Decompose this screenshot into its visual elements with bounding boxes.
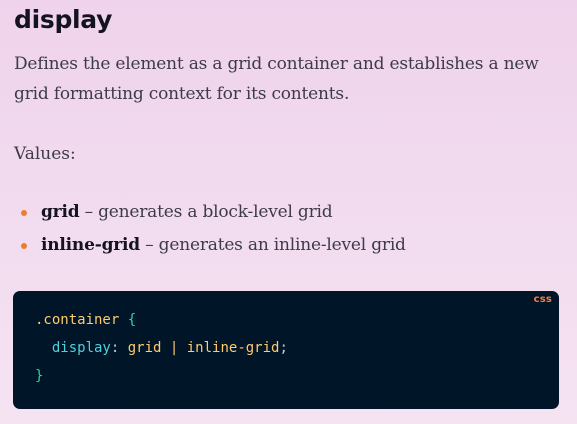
value-description: – generates an inline-level grid bbox=[139, 235, 406, 255]
code-property: display bbox=[51, 340, 111, 356]
code-close-brace: } bbox=[35, 368, 44, 384]
bullet-icon bbox=[21, 210, 27, 216]
section-heading: display bbox=[14, 5, 113, 34]
value-item-grid: grid – generates a block-level grid bbox=[14, 196, 406, 229]
code-value: grid | inline-grid bbox=[127, 340, 280, 356]
values-list: grid – generates a block-level grid inli… bbox=[14, 196, 406, 262]
code-language-label: css bbox=[533, 294, 552, 305]
value-name: inline-grid bbox=[41, 235, 140, 255]
code-content[interactable]: .container { display: grid | inline-grid… bbox=[35, 306, 288, 390]
section-description: Defines the element as a grid container … bbox=[14, 54, 539, 104]
code-selector: .container bbox=[35, 312, 120, 328]
value-name: grid bbox=[41, 202, 80, 222]
value-item-inline-grid: inline-grid – generates an inline-level … bbox=[14, 229, 406, 262]
code-open-brace: { bbox=[127, 312, 137, 328]
code-semicolon: ; bbox=[279, 340, 288, 356]
values-label: Values: bbox=[14, 144, 76, 164]
value-description: – generates a block-level grid bbox=[79, 202, 333, 222]
code-block[interactable]: css .container { display: grid | inline-… bbox=[13, 291, 559, 409]
code-colon: : bbox=[110, 340, 120, 356]
bullet-icon bbox=[21, 243, 27, 249]
